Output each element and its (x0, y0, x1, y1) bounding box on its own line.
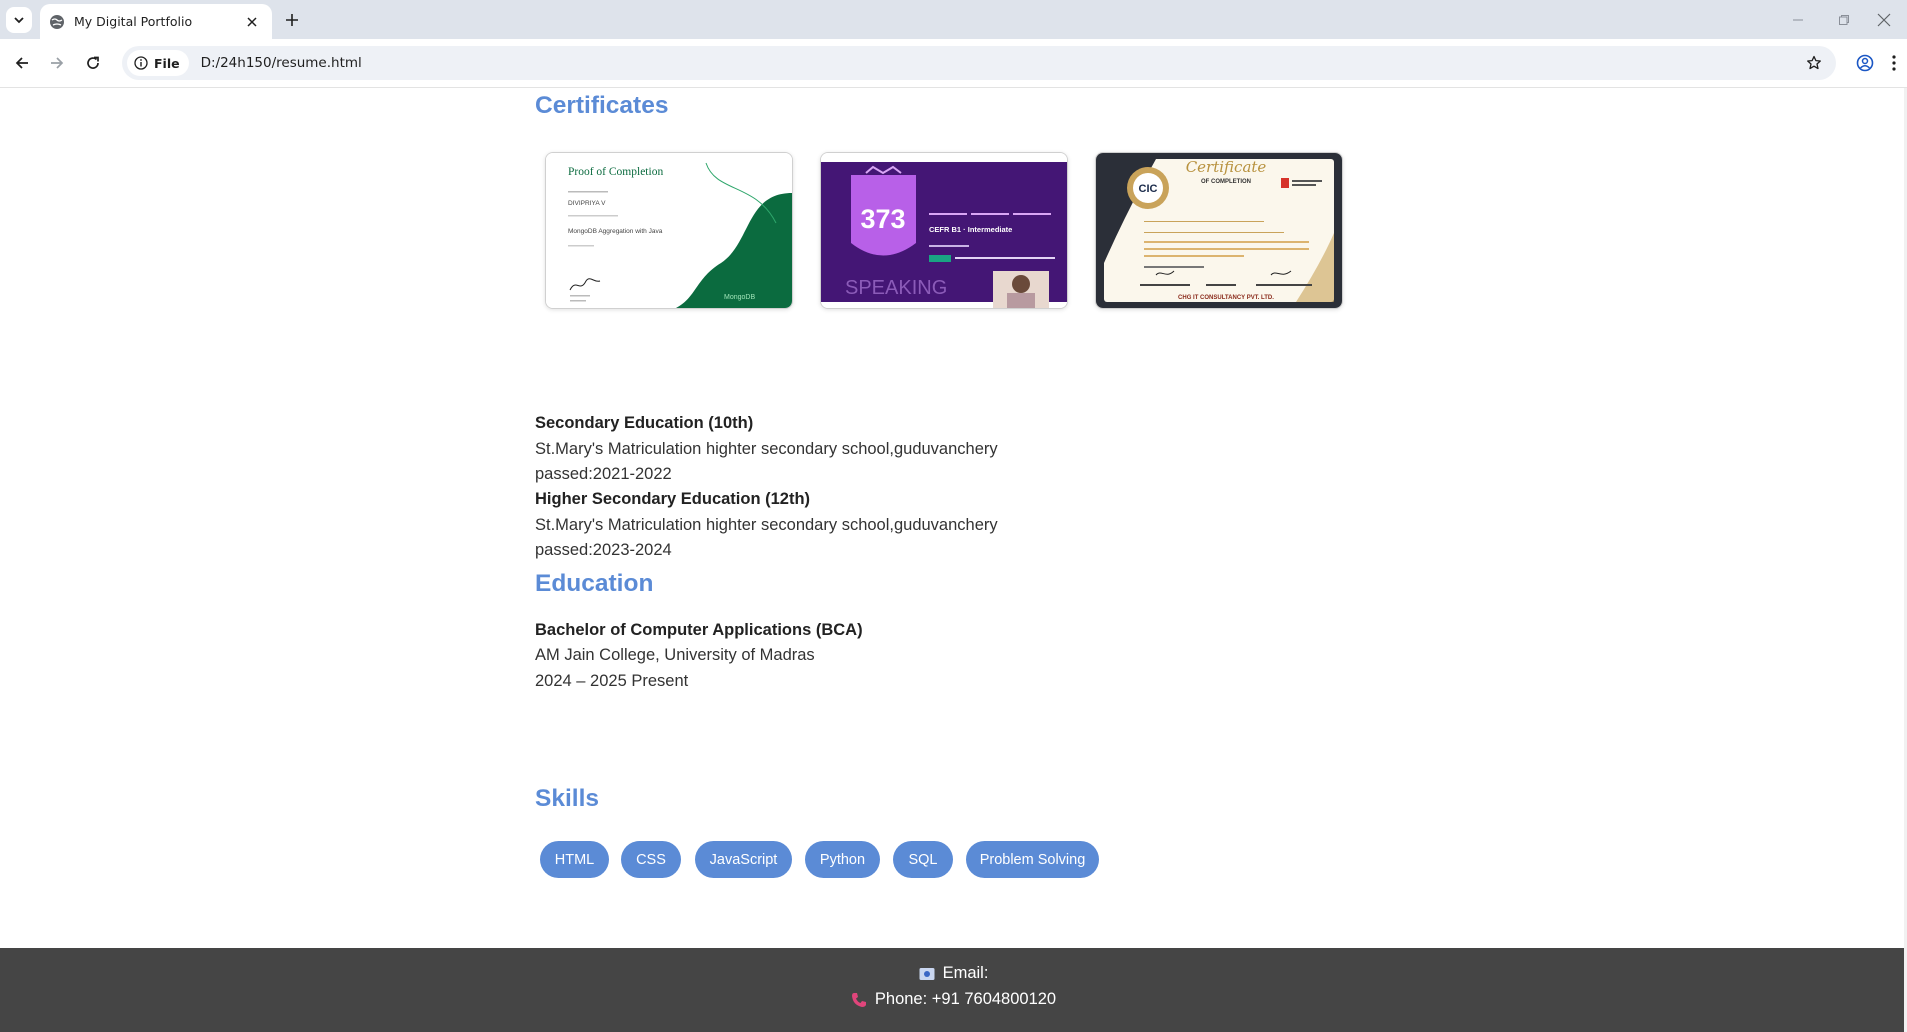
cert3-badge: CIC (1139, 183, 1158, 195)
skill-problem-solving: Problem Solving (966, 841, 1099, 878)
skill-css: CSS (621, 841, 681, 878)
skill-javascript: JavaScript (695, 841, 792, 878)
cert2-score: 373 (860, 204, 905, 234)
url-text: D:/24h150/resume.html (200, 55, 362, 71)
close-window-button[interactable] (1861, 0, 1907, 39)
phone-icon (851, 992, 867, 1008)
tab-search-button[interactable] (6, 7, 32, 33)
college-name: AM Jain College, University of Madras (535, 646, 815, 664)
footer: Email: Phone: +91 7604800120 (0, 948, 1907, 1032)
higher-secondary-school: St.Mary's Matriculation highter secondar… (535, 516, 998, 534)
footer-phone: Phone: +91 7604800120 (0, 990, 1907, 1009)
info-icon (134, 56, 148, 70)
email-label: Email: (942, 964, 989, 982)
arrow-left-icon (15, 57, 28, 69)
tab-title: My Digital Portfolio (74, 14, 193, 29)
back-button[interactable] (7, 48, 37, 78)
higher-secondary-passed: passed:2023-2024 (535, 541, 672, 559)
minimize-button[interactable] (1775, 0, 1821, 39)
arrow-right-icon (51, 57, 64, 69)
minimize-icon (1793, 19, 1803, 20)
account-icon (1856, 54, 1874, 72)
certificate-mongodb-image: Proof of Completion DIVIPRIYA V MongoDB … (546, 153, 792, 308)
forward-button[interactable] (42, 48, 72, 78)
profile-button[interactable] (1850, 48, 1880, 78)
kebab-menu-icon (1892, 55, 1896, 71)
site-info-chip[interactable]: File (127, 50, 189, 76)
cert1-brand: MongoDB (724, 294, 755, 301)
close-icon (1877, 13, 1891, 26)
globe-icon (50, 14, 64, 29)
cert3-subtitle: OF COMPLETION (1201, 179, 1251, 185)
certificate-chg[interactable]: CIC Certificate OF COMPLETION CHG IT CON… (1095, 152, 1343, 309)
reload-button[interactable] (78, 48, 108, 78)
skills-heading: Skills (535, 785, 600, 812)
degree-title: Bachelor of Computer Applications (BCA) (535, 621, 863, 639)
education-heading: Education (535, 570, 654, 597)
skill-python: Python (805, 841, 880, 878)
site-info-label: File (154, 55, 180, 71)
plus-icon (286, 14, 298, 26)
certificates-heading: Certificates (535, 92, 669, 119)
certificate-speaking[interactable]: 373 CEFR B1 · Intermediate SPEAKING (820, 152, 1068, 309)
higher-secondary-title: Higher Secondary Education (12th) (535, 490, 811, 508)
cert3-company: CHG IT CONSULTANCY PVT. LTD. (1178, 295, 1274, 301)
certificate-mongodb[interactable]: Proof of Completion DIVIPRIYA V MongoDB … (545, 152, 793, 309)
browser-tab[interactable]: My Digital Portfolio (40, 4, 272, 39)
skill-html: HTML (540, 841, 609, 878)
reload-icon (87, 56, 99, 69)
certificate-chg-image: CIC Certificate OF COMPLETION CHG IT CON… (1096, 153, 1342, 308)
cert1-name: DIVIPRIYA V (568, 200, 606, 207)
browser-toolbar: File D:/24h150/resume.html (0, 39, 1907, 88)
footer-email: Email: (0, 964, 1907, 983)
new-tab-button[interactable] (280, 8, 304, 32)
secondary-education-title: Secondary Education (10th) (535, 414, 754, 432)
cert2-skill: SPEAKING (845, 277, 947, 299)
phone-label: Phone: +91 7604800120 (874, 990, 1057, 1008)
close-tab-icon[interactable] (240, 10, 264, 34)
secondary-education-passed: passed:2021-2022 (535, 465, 672, 483)
menu-button[interactable] (1884, 48, 1904, 78)
email-icon (919, 967, 935, 981)
cert1-course: MongoDB Aggregation with Java (568, 228, 663, 235)
cert1-title: Proof of Completion (568, 166, 663, 178)
restore-icon (1839, 14, 1849, 25)
skill-sql: SQL (893, 841, 953, 878)
degree-years: 2024 – 2025 Present (535, 672, 689, 690)
bookmark-star-icon[interactable] (1804, 53, 1824, 73)
secondary-education-school: St.Mary's Matriculation highter secondar… (535, 440, 998, 458)
chevron-down-icon (14, 17, 24, 24)
cert3-title: Certificate (1186, 158, 1267, 176)
cert2-level: CEFR B1 · Intermediate (929, 225, 1012, 234)
address-bar[interactable]: File D:/24h150/resume.html (122, 46, 1836, 80)
tab-strip: My Digital Portfolio (0, 0, 1907, 39)
certificate-speaking-image: 373 CEFR B1 · Intermediate SPEAKING (821, 153, 1067, 308)
page-viewport: Certificates Proof of Completion DIVIPRI… (0, 88, 1907, 1032)
